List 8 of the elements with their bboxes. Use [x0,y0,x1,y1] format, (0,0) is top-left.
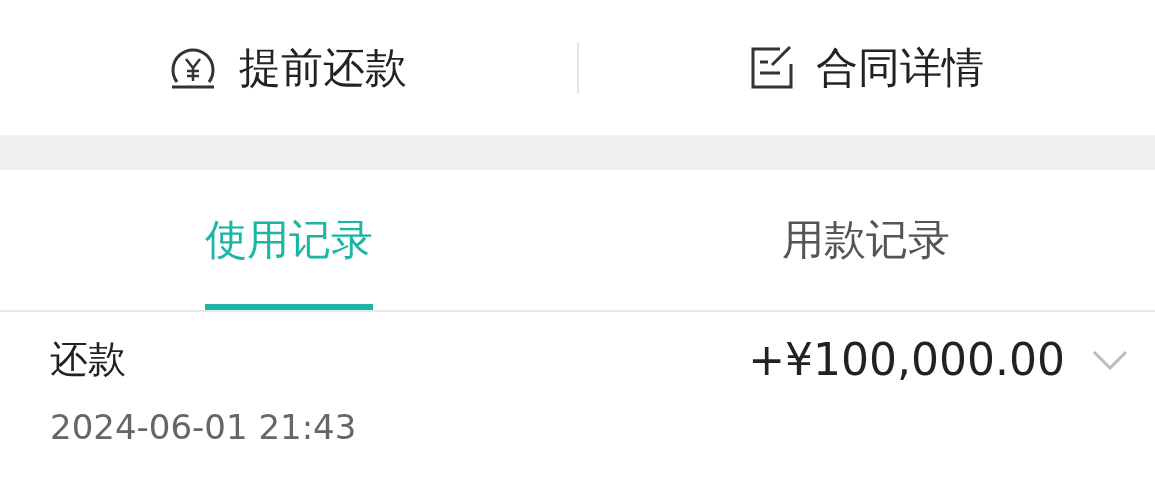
record-time: 2024-06-01 21:43 [50,407,358,447]
record-title: 还款 [50,336,127,383]
action-button[interactable]: 提前还款 [0,27,577,108]
record-amount: +¥100,000.00 [748,334,1065,385]
action-button[interactable]: 合同详情 [578,27,1155,108]
edit-document-icon [749,45,794,90]
tab[interactable]: 用款记录 [782,170,951,310]
chevron-icon[interactable] [1092,349,1128,370]
